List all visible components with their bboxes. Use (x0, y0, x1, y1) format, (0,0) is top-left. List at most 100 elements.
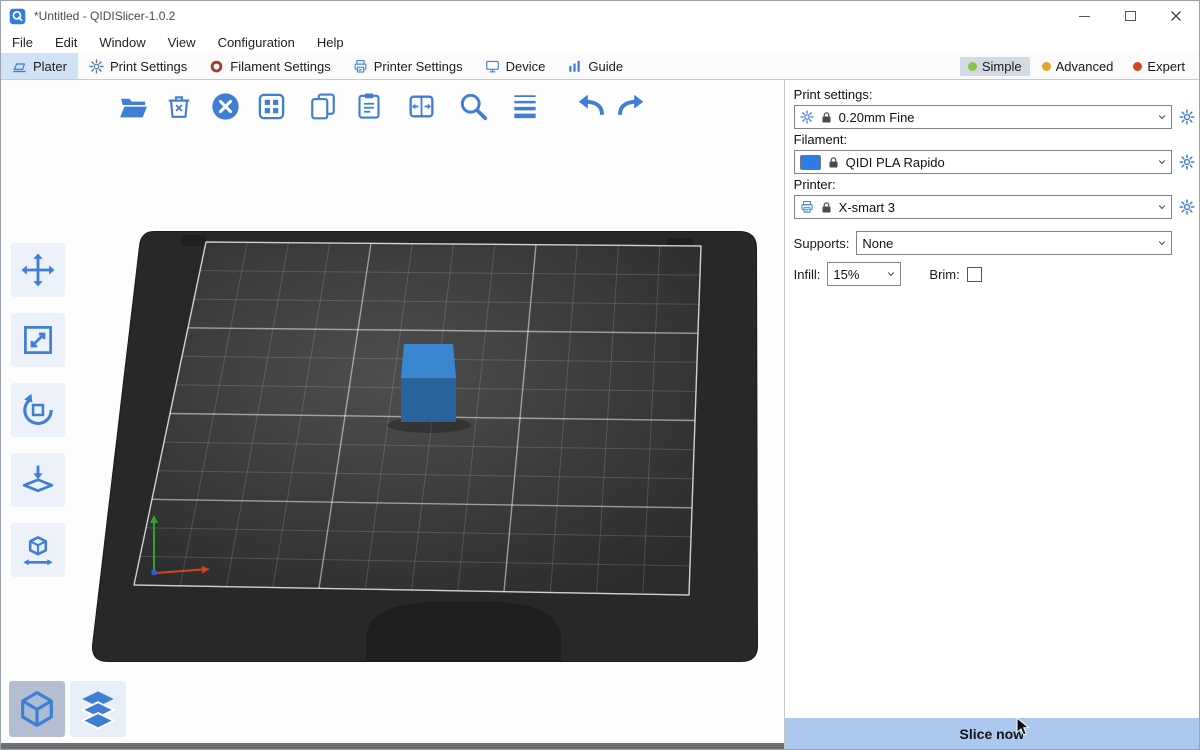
settings-sidebar: Print settings: 0.20mm Fine Filament: (784, 80, 1199, 749)
tab-bar: Plater Print Settings Filament Settings … (1, 53, 1199, 80)
print-settings-combo[interactable]: 0.20mm Fine (794, 105, 1172, 129)
cube-3d-icon (17, 689, 57, 729)
printer-label: Printer: (794, 177, 1195, 192)
arrange-button[interactable] (251, 86, 291, 126)
tab-device[interactable]: Device (474, 53, 557, 79)
window-title: *Untitled - QIDISlicer-1.0.2 (34, 9, 175, 23)
arrange-icon (256, 91, 287, 122)
filament-value: QIDI PLA Rapido (846, 155, 945, 170)
undo-icon (575, 90, 607, 122)
mode-label: Simple (982, 59, 1022, 74)
printer-gear-button[interactable] (1178, 199, 1195, 216)
slice-now-button[interactable]: Slice now (785, 718, 1199, 749)
minimize-icon (1079, 16, 1090, 17)
supports-combo[interactable]: None (856, 231, 1172, 255)
bed-clip (181, 235, 207, 246)
tab-print-settings[interactable]: Print Settings (78, 53, 198, 79)
monitor-icon (485, 59, 500, 74)
variable-layer-height-button[interactable] (505, 86, 545, 126)
filament-gear-button[interactable] (1178, 154, 1195, 171)
maximize-icon (1125, 11, 1136, 21)
3d-editor-view-button[interactable] (9, 681, 65, 737)
menu-help[interactable]: Help (306, 35, 355, 50)
paste-button[interactable] (349, 86, 389, 126)
gear-icon (1179, 154, 1195, 170)
supports-label: Supports: (794, 236, 850, 251)
delete-all-button[interactable] (205, 86, 245, 126)
tab-label: Device (506, 59, 546, 74)
tab-filament-settings[interactable]: Filament Settings (198, 53, 341, 79)
infill-label: Infill: (794, 267, 821, 282)
search-icon (457, 90, 489, 122)
print-settings-label: Print settings: (794, 87, 1195, 102)
app-window: *Untitled - QIDISlicer-1.0.2 File Edit W… (0, 0, 1200, 750)
print-settings-gear-button[interactable] (1178, 109, 1195, 126)
split-icon (406, 91, 437, 122)
menu-window[interactable]: Window (88, 35, 156, 50)
mode-simple[interactable]: Simple (960, 57, 1030, 76)
printer-handle (366, 602, 561, 661)
chevron-down-icon (882, 263, 900, 285)
open-button[interactable] (113, 86, 153, 126)
trash-icon (164, 91, 194, 121)
scale-button[interactable] (11, 313, 65, 367)
scale-icon (20, 322, 56, 358)
maximize-button[interactable] (1107, 1, 1153, 31)
menu-edit[interactable]: Edit (44, 35, 88, 50)
redo-button[interactable] (611, 86, 651, 126)
layer-height-icon (509, 90, 541, 122)
search-button[interactable] (453, 86, 493, 126)
tab-guide[interactable]: Guide (556, 53, 634, 79)
simple-mode-dot-icon (968, 62, 977, 71)
tab-label: Print Settings (110, 59, 187, 74)
menu-bar: File Edit Window View Configuration Help (1, 31, 1199, 53)
menu-file[interactable]: File (1, 35, 44, 50)
gear-icon (800, 110, 814, 124)
gear-icon (1179, 109, 1195, 125)
close-button[interactable] (1153, 1, 1199, 31)
print-bed-scene[interactable] (1, 80, 784, 749)
advanced-mode-dot-icon (1042, 62, 1051, 71)
delete-button[interactable] (159, 86, 199, 126)
tab-label: Printer Settings (374, 59, 463, 74)
filament-color-swatch (800, 155, 821, 170)
rotate-button[interactable] (11, 383, 65, 437)
brim-checkbox[interactable] (967, 267, 982, 282)
tab-label: Guide (588, 59, 623, 74)
lock-icon (820, 201, 833, 214)
plater-toolbar (113, 86, 651, 126)
model-cube[interactable] (401, 344, 456, 422)
supports-value: None (862, 236, 893, 251)
mode-selector: Simple Advanced Expert (960, 53, 1199, 79)
print-settings-value: 0.20mm Fine (839, 110, 915, 125)
height-range-icon (20, 532, 56, 568)
printer-combo[interactable]: X-smart 3 (794, 195, 1172, 219)
infill-combo[interactable]: 15% (827, 262, 901, 286)
filament-combo[interactable]: QIDI PLA Rapido (794, 150, 1172, 174)
gear-icon (89, 59, 104, 74)
move-button[interactable] (11, 243, 65, 297)
filament-icon (209, 59, 224, 74)
height-range-button[interactable] (11, 523, 65, 577)
view-mode-toolbar (9, 681, 126, 737)
3d-viewport[interactable] (1, 80, 784, 749)
gizmo-toolbar (11, 243, 65, 577)
tab-printer-settings[interactable]: Printer Settings (342, 53, 474, 79)
mode-label: Advanced (1056, 59, 1114, 74)
mode-expert[interactable]: Expert (1125, 57, 1193, 76)
tab-plater[interactable]: Plater (1, 53, 78, 79)
minimize-button[interactable] (1061, 1, 1107, 31)
place-on-face-button[interactable] (11, 453, 65, 507)
preview-view-button[interactable] (70, 681, 126, 737)
chevron-down-icon (1153, 232, 1171, 254)
copy-button[interactable] (303, 86, 343, 126)
viewport-bottom-bar (1, 743, 784, 749)
menu-view[interactable]: View (157, 35, 207, 50)
menu-configuration[interactable]: Configuration (207, 35, 306, 50)
undo-button[interactable] (571, 86, 611, 126)
place-on-face-icon (20, 462, 56, 498)
split-button[interactable] (401, 86, 441, 126)
mode-advanced[interactable]: Advanced (1034, 57, 1122, 76)
plater-icon (12, 59, 27, 74)
gear-icon (1179, 199, 1195, 215)
